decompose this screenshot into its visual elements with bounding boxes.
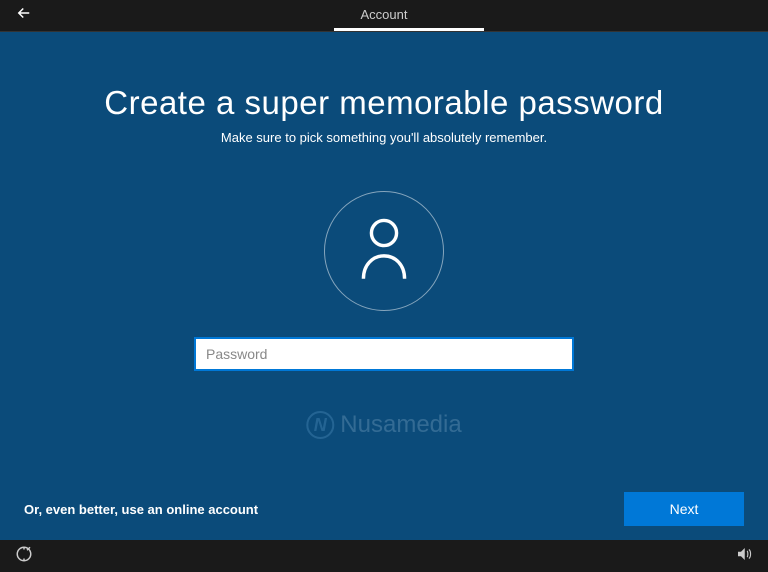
ease-of-access-icon [15, 545, 33, 568]
volume-button[interactable] [730, 542, 758, 570]
bottom-bar [0, 540, 768, 572]
ease-of-access-button[interactable] [10, 542, 38, 570]
watermark-text: Nusamedia [340, 411, 461, 439]
person-icon [355, 217, 413, 286]
title-bar: Account [0, 0, 768, 32]
page-heading: Create a super memorable password [104, 84, 663, 122]
volume-icon [735, 545, 753, 568]
watermark-logo-icon: N [306, 411, 334, 439]
step-indicator [334, 28, 484, 31]
arrow-back-icon [15, 4, 33, 27]
page-subheading: Make sure to pick something you'll absol… [221, 130, 547, 145]
main-content: Create a super memorable password Make s… [0, 32, 768, 540]
footer-row: Or, even better, use an online account N… [0, 492, 768, 526]
user-avatar [324, 191, 444, 311]
use-online-account-link[interactable]: Or, even better, use an online account [24, 502, 258, 517]
next-button[interactable]: Next [624, 492, 744, 526]
watermark: N Nusamedia [306, 411, 461, 439]
back-button[interactable] [0, 0, 48, 32]
step-title: Account [361, 7, 408, 22]
password-input[interactable] [194, 337, 574, 371]
